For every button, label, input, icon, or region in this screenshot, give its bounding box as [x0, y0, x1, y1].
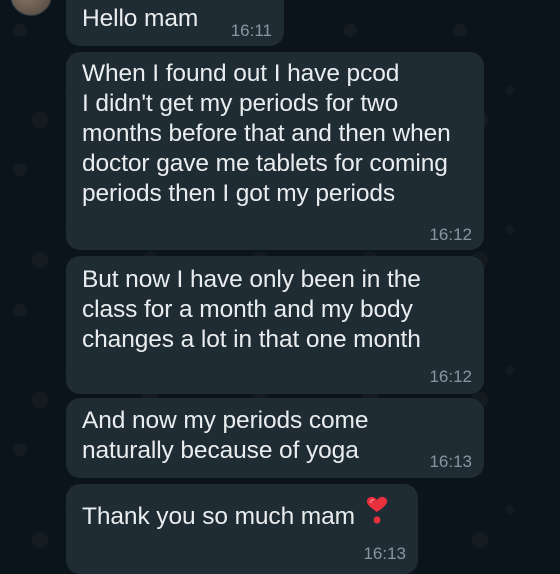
message-text: When I found out I have pcod I didn't ge…	[82, 60, 451, 207]
message-timestamp: 16:12	[429, 225, 472, 244]
message-timestamp: 16:12	[429, 367, 472, 386]
message-timestamp: 16:11	[230, 21, 272, 40]
message-bubble[interactable]: Thank you so much mam 16:13	[66, 484, 418, 574]
message-timestamp: 16:13	[429, 452, 472, 471]
message-text: And now my periods come naturally becaus…	[82, 407, 369, 464]
message-text: But now I have only been in the class fo…	[82, 266, 421, 353]
message-bubble[interactable]: When I found out I have pcod I didn't ge…	[66, 52, 484, 250]
heart-exclamation-icon	[366, 496, 387, 524]
message-text-row: Thank you so much mam	[82, 496, 406, 532]
message-bubble[interactable]: Hello mam 16:11	[66, 0, 284, 46]
message-text: Thank you so much mam	[82, 503, 355, 530]
message-bubble[interactable]: But now I have only been in the class fo…	[66, 256, 484, 394]
message-bubble[interactable]: And now my periods come naturally becaus…	[66, 398, 484, 478]
message-timestamp: 16:13	[363, 544, 406, 563]
